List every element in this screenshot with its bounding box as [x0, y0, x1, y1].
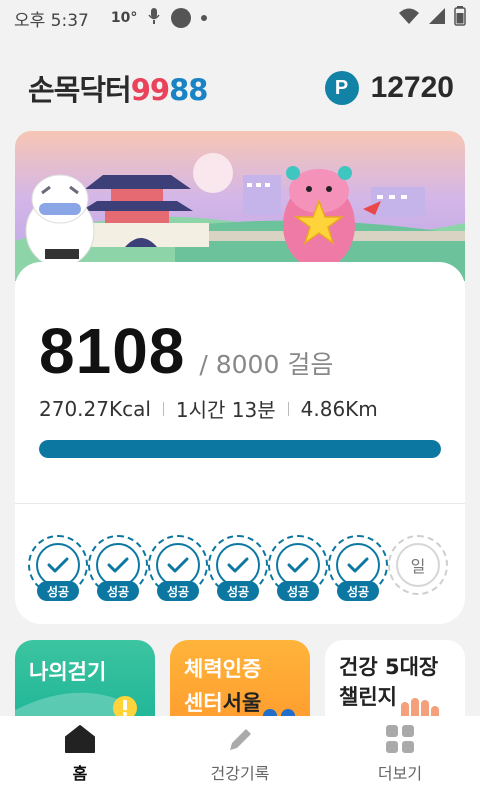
nav-health-record[interactable]: 건강기록 [160, 716, 320, 800]
stats-divider [287, 401, 289, 416]
day-status-label: 성공 [277, 581, 319, 601]
day-achievement-badge: 성공 [148, 535, 208, 601]
status-bar: 오후 5:37 10° [0, 0, 480, 36]
app-logo: 손목닥터 99 88 [28, 67, 208, 109]
day-achievement-badge: 일 [388, 535, 448, 595]
duration-value: 1시간 13분 [175, 398, 276, 422]
status-temperature: 10° [110, 10, 138, 26]
steps-count: 8108 [39, 315, 186, 387]
logo-text: 손목닥터 [28, 73, 132, 107]
day-achievement-badge: 성공 [208, 535, 268, 601]
steps-card[interactable]: 8108 / 8000 걸음 270.27Kcal 1시간 13분 4.86Km… [15, 262, 465, 624]
day-status-label: 성공 [217, 581, 259, 601]
nav-health-record-label: 건강기록 [210, 764, 270, 783]
day-status-label: 성공 [37, 581, 79, 601]
card-divider [15, 503, 465, 504]
nav-more-label: 더보기 [377, 764, 423, 783]
steps-progress-bar [39, 440, 441, 458]
notification-circle-icon [171, 8, 192, 28]
weekly-achievement-row: 성공 성공 성공 성공 성공 성공 일 [28, 535, 458, 605]
nav-home-label: 홈 [72, 764, 88, 783]
points-icon: P [324, 71, 359, 105]
banner-scene-image [15, 153, 465, 281]
distance-value: 4.86Km [300, 396, 378, 421]
home-icon [65, 725, 95, 753]
logo-number-88: 88 [169, 73, 208, 107]
grid-icon [386, 725, 414, 753]
signal-icon [428, 7, 446, 30]
battery-icon [454, 5, 466, 31]
calories-value: 270.27Kcal [39, 396, 151, 421]
microphone-icon [147, 7, 161, 30]
more-notifications-icon [201, 15, 208, 21]
steps-progress-fill [39, 440, 441, 458]
wifi-icon [398, 7, 420, 30]
day-pending-label: 일 [396, 543, 440, 587]
stats-divider [162, 401, 164, 416]
day-status-label: 성공 [337, 581, 379, 601]
day-achievement-badge: 성공 [268, 535, 328, 601]
points-value: 12720 [370, 71, 454, 104]
nav-home[interactable]: 홈 [0, 716, 160, 800]
steps-goal: / 8000 걸음 [199, 350, 334, 379]
day-achievement-badge: 성공 [328, 535, 388, 601]
points-display[interactable]: P 12720 [324, 71, 454, 105]
steps-summary: 8108 / 8000 걸음 [39, 314, 333, 388]
day-status-label: 성공 [97, 581, 139, 601]
banner-illustration [15, 131, 465, 281]
day-achievement-badge: 성공 [28, 535, 88, 601]
nav-more[interactable]: 더보기 [320, 716, 480, 800]
bottom-navigation: 홈 건강기록 더보기 [0, 716, 480, 800]
day-status-label: 성공 [157, 581, 199, 601]
app-header: 손목닥터 99 88 P 12720 [0, 60, 480, 116]
logo-number-99: 99 [130, 73, 170, 107]
day-achievement-badge: 성공 [88, 535, 148, 601]
pencil-icon [230, 729, 251, 750]
walk-stats: 270.27Kcal 1시간 13분 4.86Km [39, 394, 378, 423]
status-time: 오후 5:37 [14, 10, 89, 31]
